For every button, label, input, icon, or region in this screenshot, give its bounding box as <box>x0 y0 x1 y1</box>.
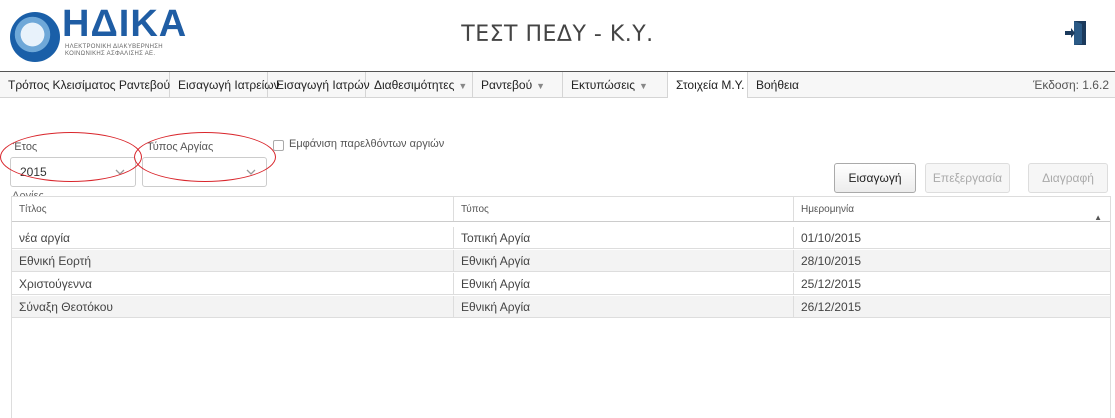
sort-ascending-icon: ▲ <box>1094 213 1102 221</box>
main-menu: Τρόπος Κλεισίματος Ραντεβού Εισαγωγή Ιατ… <box>0 71 1115 98</box>
column-header-date[interactable]: Ημερομηνία ▲ <box>794 197 1110 221</box>
delete-button[interactable]: Διαγραφή <box>1028 163 1108 193</box>
cell-title: Χριστούγεννα <box>12 273 454 294</box>
app-header: ΗΔΙΚΑ ΗΛΕΚΤΡΟΝΙΚΗ ΔΙΑΚΥΒΕΡΝΗΣΗ ΚΟΙΝΩΝΙΚΗ… <box>0 0 1115 66</box>
table-row[interactable]: Χριστούγεννα Εθνική Αργία 25/12/2015 <box>12 273 1110 295</box>
nav-appointments[interactable]: Ραντεβού ▼ <box>473 72 563 98</box>
chevron-down-icon: ▼ <box>458 81 468 91</box>
cell-title: Σύναξη Θεοτόκου <box>12 296 454 317</box>
year-select-value: 2015 <box>20 165 47 179</box>
page-title: ΤΕΣΤ ΠΕΔΥ - Κ.Υ. <box>461 22 654 47</box>
table-header-row: Τίτλος Τύπος Ημερομηνία ▲ <box>12 197 1110 222</box>
exit-door-icon[interactable] <box>1063 20 1089 46</box>
show-past-label: Εμφάνιση παρελθόντων αργιών <box>289 138 445 150</box>
chevron-down-icon: ▼ <box>639 81 648 91</box>
cell-type: Εθνική Αργία <box>454 296 794 317</box>
edit-button[interactable]: Επεξεργασία <box>925 163 1010 193</box>
show-past-checkbox[interactable] <box>273 140 284 151</box>
nav-help[interactable]: Βοήθεια <box>748 72 799 98</box>
holidays-table: Τίτλος Τύπος Ημερομηνία ▲ νέα αργία Τοπικ… <box>11 196 1111 418</box>
chevron-down-icon <box>246 169 256 175</box>
version-label: Έκδοση: 1.6.2 <box>1032 78 1109 92</box>
nav-availabilities[interactable]: Διαθεσιμότητες ▼ <box>366 72 473 98</box>
holiday-type-select[interactable] <box>142 157 267 187</box>
chevron-down-icon: ▼ <box>536 81 546 91</box>
cell-title: Εθνική Εορτή <box>12 250 454 271</box>
cell-title: νέα αργία <box>12 227 454 248</box>
nav-unit-info[interactable]: Στοιχεία Μ.Υ. <box>668 72 748 98</box>
cell-date: 26/12/2015 <box>801 300 862 314</box>
cell-type: Εθνική Αργία <box>454 273 794 294</box>
logo-subtitle-2: ΚΟΙΝΩΝΙΚΗΣ ΑΣΦΑΛΙΣΗΣ ΑΕ. <box>65 51 156 57</box>
insert-button[interactable]: Εισαγωγή <box>834 163 916 193</box>
nav-prints[interactable]: Εκτυπώσεις ▼ <box>563 72 668 98</box>
cell-date: 01/10/2015 <box>801 231 862 245</box>
column-header-title[interactable]: Τίτλος <box>12 197 454 221</box>
table-row[interactable]: νέα αργία Τοπική Αργία 01/10/2015 <box>12 227 1110 249</box>
column-header-type[interactable]: Τύπος <box>454 197 794 221</box>
table-row[interactable]: Σύναξη Θεοτόκου Εθνική Αργία 26/12/2015 <box>12 296 1110 318</box>
nav-insert-doctors[interactable]: Εισαγωγή Ιατρών <box>268 72 370 98</box>
cell-type: Τοπική Αργία <box>454 227 794 248</box>
nav-appointment-closing[interactable]: Τρόπος Κλεισίματος Ραντεβού <box>0 72 170 98</box>
chevron-down-icon <box>115 169 125 175</box>
holiday-type-label: Τύπος Αργίας <box>147 141 214 153</box>
cell-date: 25/12/2015 <box>801 277 862 291</box>
year-select[interactable]: 2015 <box>10 157 136 187</box>
table-row[interactable]: Εθνική Εορτή Εθνική Αργία 28/10/2015 <box>12 250 1110 272</box>
cell-type: Εθνική Αργία <box>454 250 794 271</box>
nav-insert-clinics[interactable]: Εισαγωγή Ιατρείων <box>170 72 280 98</box>
year-label: Έτος <box>13 141 38 153</box>
cell-date: 28/10/2015 <box>801 254 862 268</box>
